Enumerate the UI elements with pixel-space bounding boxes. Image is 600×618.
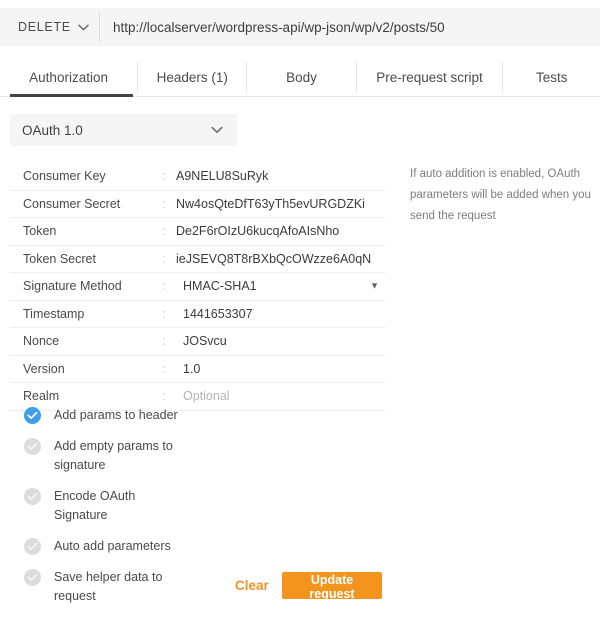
tab-pre-request-script[interactable]: Pre-request script (357, 62, 504, 92)
field-label: Version (23, 361, 65, 376)
check-circle-icon[interactable] (24, 438, 41, 455)
field-label: Consumer Secret (23, 196, 121, 211)
field-label: Timestamp (23, 306, 85, 321)
field-row-version: Version : 1.0 (10, 356, 385, 383)
option-label: Add params to header (54, 408, 178, 422)
field-label: Signature Method (23, 279, 122, 294)
chevron-down-icon (211, 126, 237, 134)
consumer-key-input[interactable]: A9NELU8SuRyk (176, 169, 385, 183)
auth-type-label: OAuth 1.0 (22, 122, 83, 138)
tab-tests[interactable]: Tests (503, 62, 600, 92)
field-separator: : (162, 361, 166, 376)
tab-headers[interactable]: Headers (1) (138, 62, 248, 92)
field-separator: : (162, 334, 166, 349)
option-encode-oauth-signature[interactable]: Encode OAuth Signature (24, 487, 354, 525)
field-row-token: Token : De2F6rOIzU6kucqAfoAIsNho (10, 218, 385, 246)
field-row-consumer-key: Consumer Key : A9NELU8SuRyk (10, 163, 385, 191)
field-row-token-secret: Token Secret : ieJSEVQ8T8rBXbQcOWzze6A0q… (10, 246, 385, 273)
field-separator: : (162, 279, 166, 294)
oauth-fields-table: Consumer Key : A9NELU8SuRyk Consumer Sec… (10, 163, 385, 411)
check-circle-icon[interactable] (24, 569, 41, 586)
field-row-timestamp: Timestamp : 1441653307 (10, 301, 385, 328)
update-request-button[interactable]: Update request (282, 572, 382, 601)
field-separator: : (162, 196, 166, 211)
signature-method-select[interactable]: HMAC-SHA1 (176, 279, 385, 293)
option-add-empty-params-to-signature[interactable]: Add empty params to signature (24, 437, 354, 475)
check-circle-icon[interactable] (24, 407, 41, 424)
field-label: Token (23, 224, 57, 239)
oauth-authorization-panel: DELETE http://localserver/wordpress-api/… (0, 0, 600, 605)
option-auto-add-parameters[interactable]: Auto add parameters (24, 537, 354, 556)
tab-body[interactable]: Body (247, 62, 357, 92)
field-separator: : (162, 306, 166, 321)
field-separator: : (162, 169, 166, 184)
token-input[interactable]: De2F6rOIzU6kucqAfoAIsNho (176, 224, 385, 238)
option-add-params-to-header[interactable]: Add params to header (24, 406, 354, 425)
check-circle-icon[interactable] (24, 538, 41, 555)
http-method-label: DELETE (18, 20, 71, 34)
request-tabs: Authorization Headers (1) Body Pre-reque… (0, 62, 600, 98)
request-url-bar: DELETE http://localserver/wordpress-api/… (0, 8, 600, 46)
auth-type-dropdown[interactable]: OAuth 1.0 (10, 114, 237, 146)
field-separator: : (162, 389, 166, 404)
realm-input[interactable]: Optional (176, 389, 385, 403)
field-label: Consumer Key (23, 169, 106, 184)
field-row-consumer-secret: Consumer Secret : Nw4osQteDfT63yTh5evURG… (10, 191, 385, 218)
clear-button[interactable]: Clear (235, 578, 269, 593)
field-separator: : (162, 251, 166, 266)
auto-addition-help-text: If auto addition is enabled, OAuth param… (410, 168, 591, 222)
option-label: Auto add parameters (54, 539, 171, 553)
http-method-dropdown[interactable]: DELETE (0, 8, 99, 46)
active-tab-indicator (10, 94, 133, 97)
tab-authorization[interactable]: Authorization (0, 62, 139, 92)
option-label: Add empty params to signature (54, 439, 173, 472)
field-label: Realm (23, 389, 60, 404)
option-label: Save helper data to request (54, 570, 163, 603)
consumer-secret-input[interactable]: Nw4osQteDfT63yTh5evURGDZKi (176, 197, 385, 211)
caret-down-icon: ▼ (370, 280, 379, 291)
field-label: Nonce (23, 334, 60, 349)
version-input[interactable]: 1.0 (176, 362, 385, 376)
request-url-input[interactable]: http://localserver/wordpress-api/wp-json… (100, 8, 600, 46)
nonce-input[interactable]: JOSvcu (176, 334, 385, 348)
field-label: Token Secret (23, 251, 96, 266)
field-row-signature-method: Signature Method : HMAC-SHA1 ▼ (10, 273, 385, 301)
field-separator: : (162, 224, 166, 239)
field-row-nonce: Nonce : JOSvcu (10, 328, 385, 356)
chevron-down-icon (78, 24, 89, 31)
option-label: Encode OAuth Signature (54, 489, 136, 522)
timestamp-input[interactable]: 1441653307 (176, 307, 385, 321)
token-secret-input[interactable]: ieJSEVQ8T8rBXbQcOWzze6A0qN (176, 252, 385, 266)
check-circle-icon[interactable] (24, 488, 41, 505)
